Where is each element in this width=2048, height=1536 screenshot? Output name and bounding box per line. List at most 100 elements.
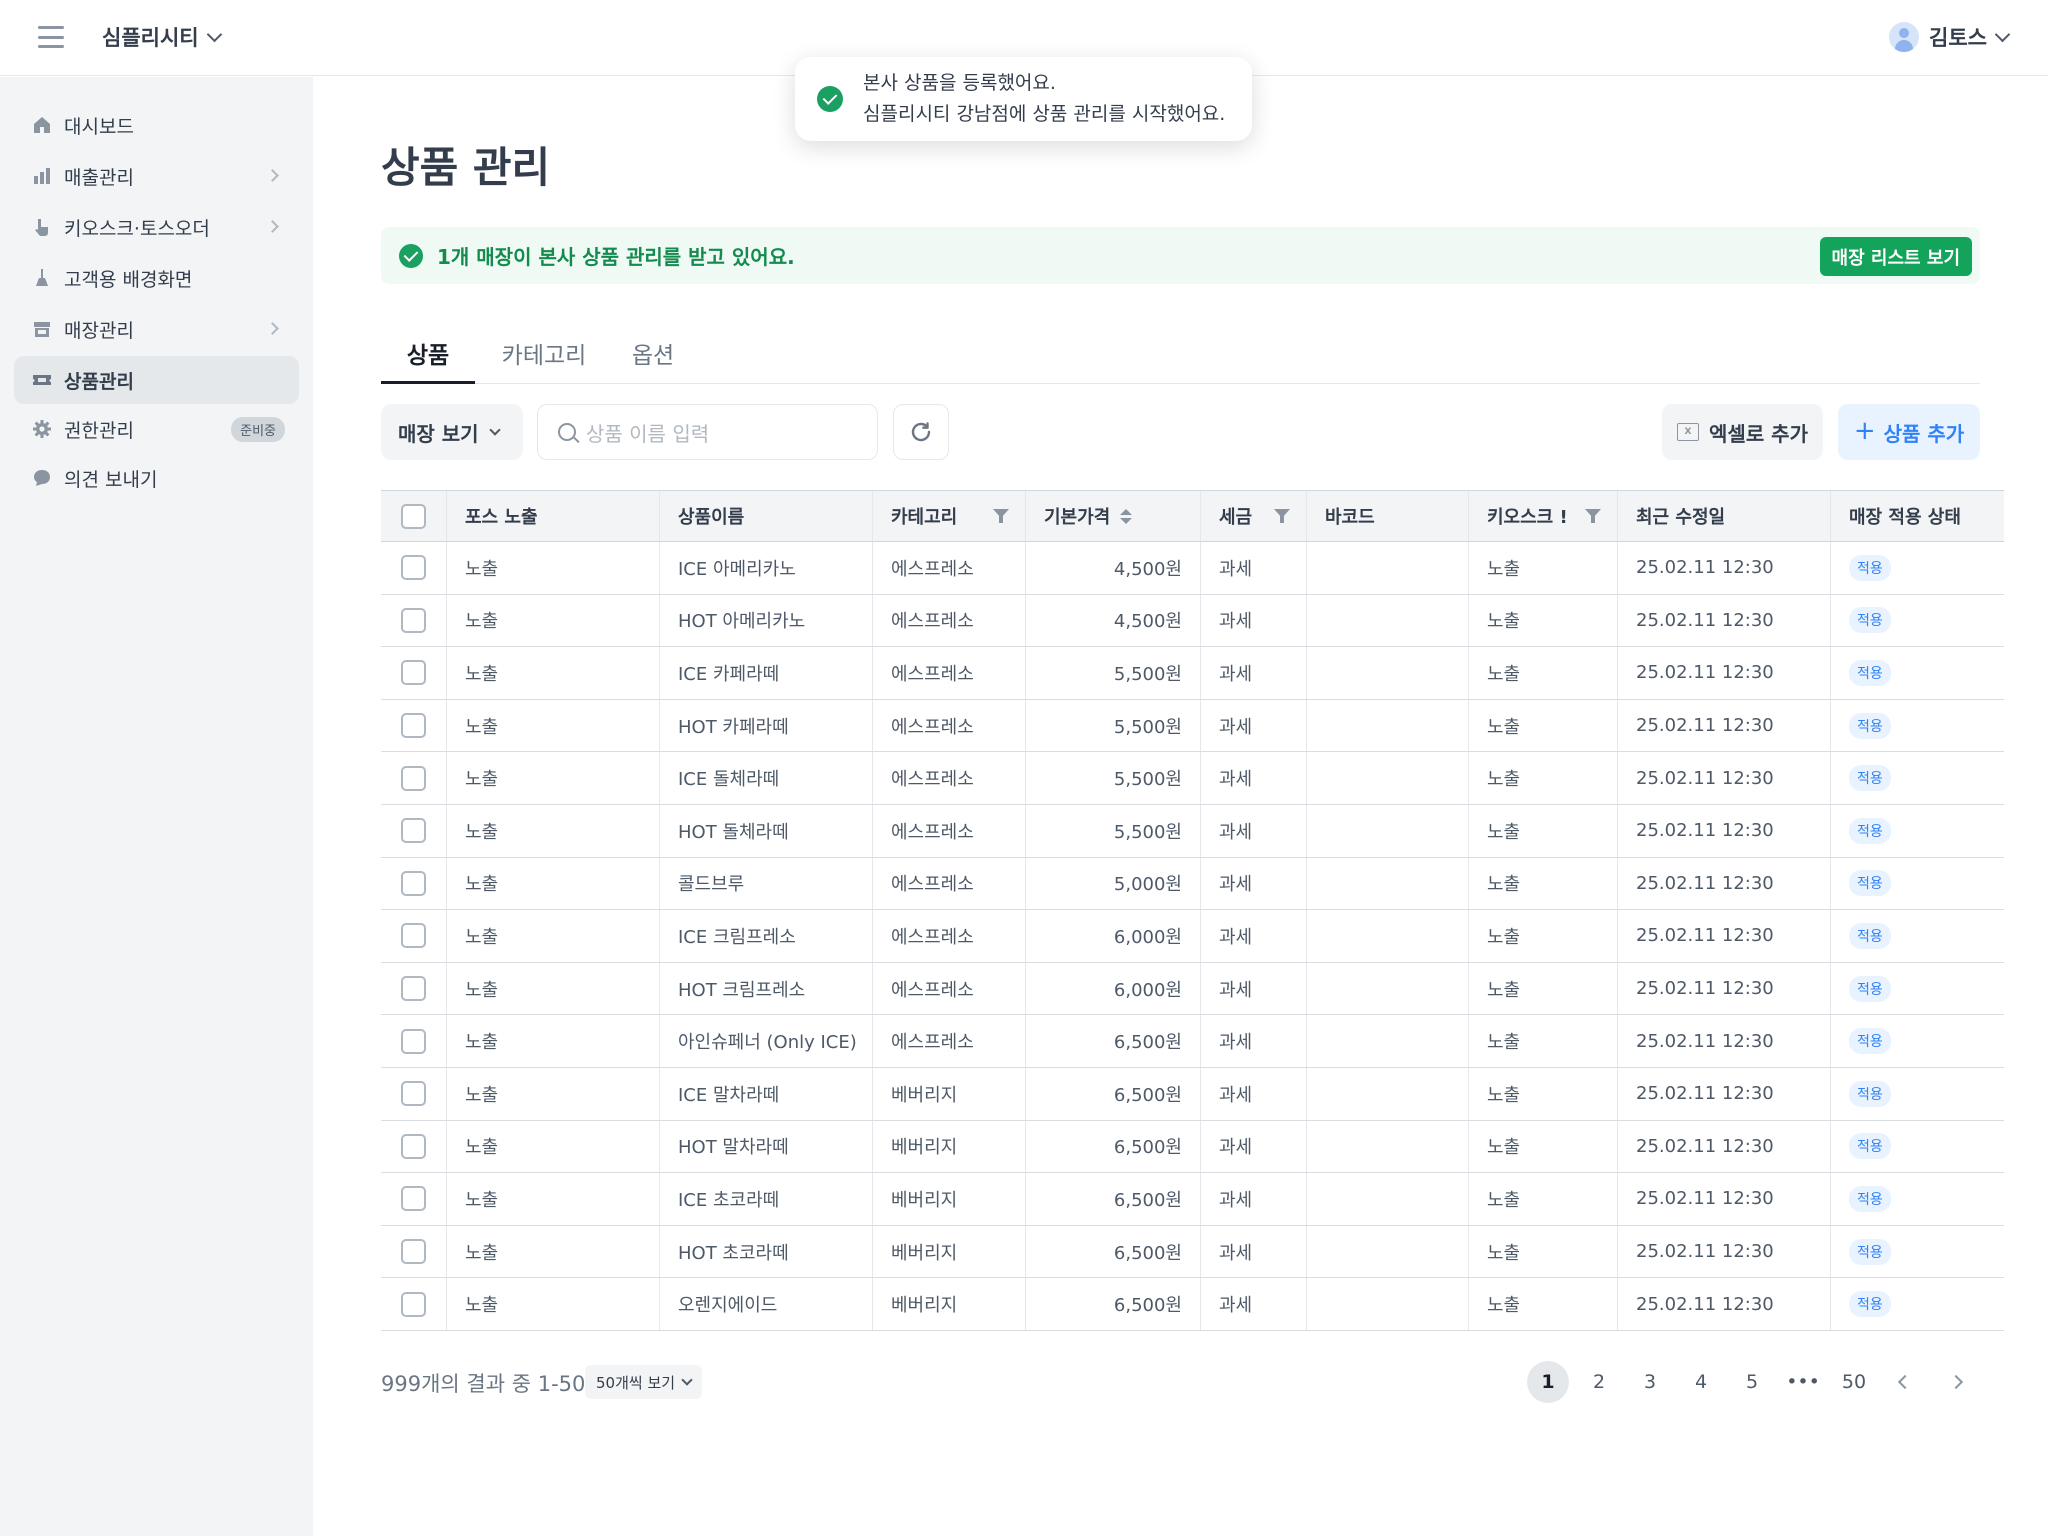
row-checkbox[interactable] <box>401 1133 426 1159</box>
table-row[interactable]: 노출 HOT 아메리카노 에스프레소 4,500원 과세 노출 25.02.11 12:30… <box>381 594 2004 648</box>
page-button[interactable]: 5 <box>1731 1361 1773 1403</box>
row-checkbox[interactable] <box>401 1081 426 1107</box>
cell-product-name: HOT 카페라떼 <box>660 699 873 752</box>
sidebar-item[interactable]: 고객용 배경화면 <box>14 254 299 302</box>
sidebar-item[interactable]: 권한관리 준비중 <box>14 405 299 453</box>
cell-barcode <box>1307 1173 1469 1225</box>
row-checkbox-cell <box>381 1067 447 1120</box>
search-input[interactable]: 상품 이름 입력 <box>537 404 878 460</box>
cell-last-modified: 25.02.11 12:30 <box>1618 1015 1831 1067</box>
chevron-down-icon <box>681 1374 693 1386</box>
table-row[interactable]: 노출 ICE 돌체라떼 에스프레소 5,500원 과세 노출 25.02.11 12:30 적… <box>381 752 2004 805</box>
sidebar-item[interactable]: 매출관리 <box>14 152 299 200</box>
table-row[interactable]: 노출 HOT 말차라떼 베버리지 6,500원 과세 노출 25.02.11 12:30 적용 <box>381 1120 2004 1174</box>
cell-category: 에스프레소 <box>873 647 1026 699</box>
sidebar-item-label: 매출관리 <box>64 166 134 189</box>
status-badge: 적용 <box>1849 607 1891 634</box>
col-tax-label: 세금 <box>1219 507 1253 528</box>
cell-barcode <box>1307 699 1469 752</box>
cell-tax: 과세 <box>1201 1067 1307 1120</box>
prev-page-button[interactable] <box>1884 1361 1926 1403</box>
cell-product-name: HOT 말차라떼 <box>660 1120 873 1173</box>
filter-icon[interactable] <box>1274 509 1290 523</box>
page-button[interactable]: 2 <box>1578 1361 1620 1403</box>
cell-kiosk: 노출 <box>1469 1120 1618 1173</box>
table-row[interactable]: 노출 ICE 아메리카노 에스프레소 4,500원 과세 노출 25.02.11 12:30… <box>381 542 2004 595</box>
sidebar-item[interactable]: 상품관리 <box>14 356 299 404</box>
chevron-right-icon <box>1948 1374 1964 1390</box>
filter-icon[interactable] <box>1585 509 1601 523</box>
table-row[interactable]: 노출 ICE 말차라떼 베버리지 6,500원 과세 노출 25.02.11 12:30 적용 <box>381 1067 2004 1121</box>
page-button[interactable]: 3 <box>1629 1361 1671 1403</box>
hamburger-menu-icon[interactable] <box>38 26 64 48</box>
cell-category: 베버리지 <box>873 1120 1026 1173</box>
row-checkbox[interactable] <box>401 660 426 686</box>
row-checkbox[interactable] <box>401 765 426 791</box>
cell-last-modified: 25.02.11 12:30 <box>1618 752 1831 804</box>
table-row[interactable]: 노출 HOT 초코라떼 베버리지 6,500원 과세 노출 25.02.11 12:30 적용 <box>381 1225 2004 1279</box>
row-checkbox[interactable] <box>401 923 426 949</box>
cell-pos-visibility: 노출 <box>447 594 660 647</box>
toast-message: 본사 상품을 등록했어요. 심플리시티 강남점에 상품 관리를 시작했어요. <box>863 68 1225 130</box>
table-row[interactable]: 노출 HOT 카페라떼 에스프레소 5,500원 과세 노출 25.02.11 12:30 적… <box>381 699 2004 753</box>
tab-products[interactable]: 상품 <box>381 328 475 384</box>
page-size-dropdown[interactable]: 50개씩 보기 <box>585 1365 703 1399</box>
cell-kiosk: 노출 <box>1469 699 1618 752</box>
chat-bubble-icon <box>32 468 52 488</box>
cell-store-status: 적용 <box>1831 858 2004 910</box>
row-checkbox[interactable] <box>401 1291 426 1317</box>
cell-product-name: HOT 크림프레소 <box>660 962 873 1015</box>
select-all-checkbox[interactable] <box>401 503 426 529</box>
sidebar-item[interactable]: 의견 보내기 <box>14 454 299 502</box>
row-checkbox[interactable] <box>401 976 426 1002</box>
table-row[interactable]: 노출 콜드브루 에스프레소 5,000원 과세 노출 25.02.11 12:30 적용 <box>381 857 2004 911</box>
row-checkbox[interactable] <box>401 1028 426 1054</box>
store-view-dropdown[interactable]: 매장 보기 <box>381 404 523 460</box>
table-row[interactable]: 노출 HOT 크림프레소 에스프레소 6,000원 과세 노출 25.02.11 12:30… <box>381 962 2004 1016</box>
table-row[interactable]: 노출 ICE 크림프레소 에스프레소 6,000원 과세 노출 25.02.11 12:30… <box>381 910 2004 963</box>
row-checkbox-cell <box>381 699 447 752</box>
user-menu[interactable]: 김토스 <box>1889 22 2011 52</box>
status-badge: 적용 <box>1849 922 1891 949</box>
plus-icon: + <box>1853 415 1876 446</box>
row-checkbox[interactable] <box>401 870 426 896</box>
page-button[interactable]: 50 <box>1833 1361 1875 1403</box>
row-checkbox[interactable] <box>401 713 426 739</box>
refresh-button[interactable] <box>893 404 949 460</box>
cell-barcode <box>1307 962 1469 1015</box>
sidebar-item[interactable]: 키오스크·토스오더 <box>14 203 299 251</box>
cell-base-price: 6,000원 <box>1026 910 1201 962</box>
add-product-button[interactable]: + 상품 추가 <box>1838 404 1980 460</box>
page-button[interactable]: 4 <box>1680 1361 1722 1403</box>
sidebar-item[interactable]: 대시보드 <box>14 101 299 149</box>
page-button[interactable]: 1 <box>1527 1361 1569 1403</box>
row-checkbox-cell <box>381 857 447 910</box>
store-list-button[interactable]: 매장 리스트 보기 <box>1819 237 1972 276</box>
cell-category: 베버리지 <box>873 1278 1026 1330</box>
row-checkbox[interactable] <box>401 1239 426 1265</box>
tab-bar: 상품 카테고리 옵션 <box>381 328 1980 384</box>
home-icon <box>32 115 52 135</box>
row-checkbox[interactable] <box>401 818 426 844</box>
table-row[interactable]: 노출 아인슈페너 (Only ICE) 에스프레소 6,500원 과세 노출 25.02.1… <box>381 1015 2004 1068</box>
table-row[interactable]: 노출 ICE 초코라떼 베버리지 6,500원 과세 노출 25.02.11 12:30 적용 <box>381 1173 2004 1226</box>
tab-options[interactable]: 옵션 <box>613 328 693 384</box>
filter-icon[interactable] <box>993 509 1009 523</box>
table-row[interactable]: 노출 오렌지에이드 베버리지 6,500원 과세 노출 25.02.11 12:30 적용 <box>381 1278 2004 1331</box>
cell-base-price: 6,500원 <box>1026 1015 1201 1067</box>
table-row[interactable]: 노출 ICE 카페라떼 에스프레소 5,500원 과세 노출 25.02.11 12:30 적… <box>381 647 2004 700</box>
excel-import-button[interactable]: X 엑셀로 추가 <box>1662 404 1823 460</box>
cell-product-name: ICE 돌체라떼 <box>660 752 873 804</box>
row-checkbox[interactable] <box>401 607 426 633</box>
row-checkbox[interactable] <box>401 1186 426 1212</box>
tab-categories[interactable]: 카테고리 <box>494 328 594 384</box>
row-checkbox[interactable] <box>401 555 426 581</box>
col-base-price-label: 기본가격 <box>1044 507 1111 528</box>
pointer-hand-icon <box>32 217 52 237</box>
sort-icon[interactable] <box>1120 508 1133 524</box>
next-page-button[interactable] <box>1935 1361 1977 1403</box>
org-switcher[interactable]: 심플리시티 <box>102 22 222 52</box>
table-row[interactable]: 노출 HOT 돌체라떼 에스프레소 5,500원 과세 노출 25.02.11 12:30 적… <box>381 804 2004 858</box>
banner-text: 1개 매장이 본사 상품 관리를 받고 있어요. <box>437 245 795 269</box>
sidebar-item[interactable]: 매장관리 <box>14 305 299 353</box>
